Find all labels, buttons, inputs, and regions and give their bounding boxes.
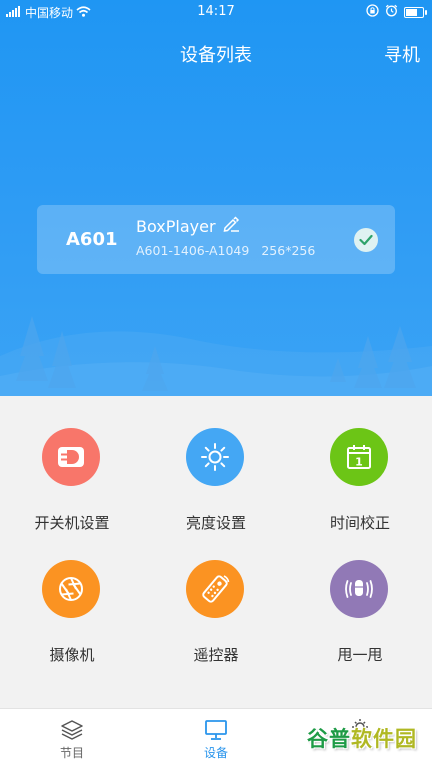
device-card[interactable]: A601 BoxPlayer A601-1406-A1049 256*256 bbox=[37, 205, 395, 274]
feature-label: 摄像机 bbox=[49, 646, 95, 664]
device-name: BoxPlayer bbox=[136, 216, 216, 236]
edit-pencil-icon[interactable] bbox=[222, 216, 240, 236]
device-resolution: 256*256 bbox=[261, 243, 316, 258]
feature-brightness[interactable]: 亮度设置 bbox=[144, 396, 288, 532]
feature-power-settings[interactable]: 开关机设置 bbox=[0, 396, 144, 532]
site-watermark: 谷普 软件园 bbox=[298, 716, 426, 760]
feature-camera[interactable]: 摄像机 bbox=[0, 528, 144, 664]
page-title: 设备列表 bbox=[180, 45, 252, 66]
shake-icon bbox=[330, 560, 388, 618]
device-serial: A601-1406-A1049 bbox=[136, 243, 250, 258]
scan-device-button[interactable]: 寻机 bbox=[384, 41, 420, 67]
status-right bbox=[366, 4, 427, 20]
feature-remote-control[interactable]: 遥控器 bbox=[144, 528, 288, 664]
power-plug-icon bbox=[42, 428, 100, 486]
layers-icon bbox=[60, 719, 84, 745]
mountain-scenery bbox=[0, 316, 432, 396]
feature-shake[interactable]: 甩一甩 bbox=[288, 528, 432, 664]
feature-grid: 开关机设置 亮度设置 1 时间校正 摄像机 遥控器 甩一甩 bbox=[0, 396, 432, 708]
watermark-text-2: 软件园 bbox=[351, 727, 417, 751]
device-info: A601-1406-A1049 256*256 bbox=[136, 243, 315, 258]
status-bar: 中国移动 14:17 bbox=[0, 0, 432, 24]
camera-aperture-icon bbox=[42, 560, 100, 618]
alarm-clock-icon bbox=[385, 4, 398, 20]
remote-control-icon bbox=[186, 560, 244, 618]
battery-level bbox=[406, 8, 417, 16]
feature-label: 遥控器 bbox=[193, 646, 239, 664]
calendar-day-number: 1 bbox=[355, 456, 363, 469]
header-hero: 中国移动 14:17 设备列表 寻机 A601 BoxPlayer A601-1… bbox=[0, 0, 432, 396]
device-name-row: BoxPlayer bbox=[136, 216, 240, 236]
tab-label: 设备 bbox=[203, 746, 228, 760]
battery-icon bbox=[404, 6, 427, 18]
device-code: A601 bbox=[66, 229, 118, 250]
monitor-icon bbox=[204, 719, 228, 745]
tab-programs[interactable]: 节目 bbox=[0, 709, 144, 768]
selected-check-icon bbox=[354, 228, 378, 252]
app-screen: 中国移动 14:17 设备列表 寻机 A601 BoxPlayer A601-1… bbox=[0, 0, 432, 768]
watermark-text-1: 谷普 bbox=[307, 727, 351, 751]
feature-label: 甩一甩 bbox=[337, 646, 383, 664]
rotation-lock-icon bbox=[366, 4, 379, 20]
tab-label: 节目 bbox=[59, 746, 84, 760]
feature-time-sync[interactable]: 1 时间校正 bbox=[288, 396, 432, 532]
tab-devices[interactable]: 设备 bbox=[144, 709, 288, 768]
calendar-icon: 1 bbox=[330, 428, 388, 486]
sun-icon bbox=[186, 428, 244, 486]
